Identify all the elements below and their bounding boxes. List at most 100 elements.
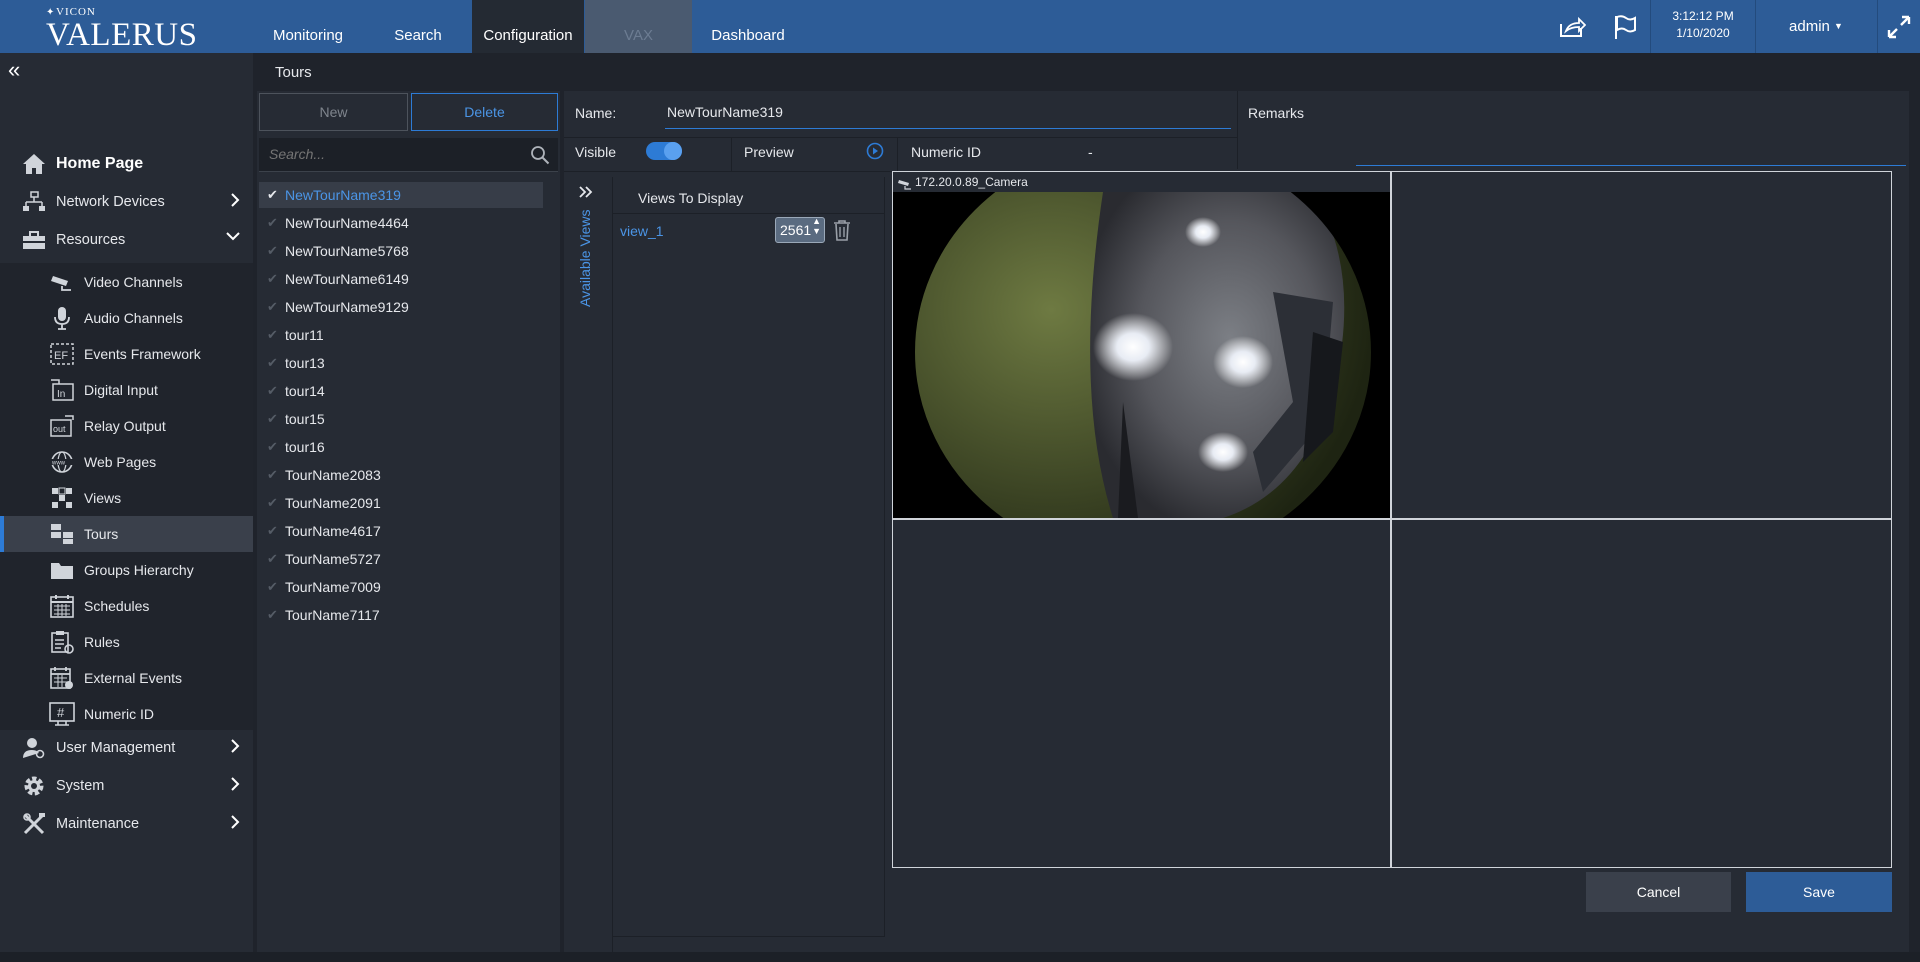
sidebar-item-relay-output[interactable]: out Relay Output bbox=[0, 408, 253, 444]
grid-divider bbox=[893, 518, 1891, 520]
camera-video-feed[interactable] bbox=[893, 192, 1390, 518]
chevron-right-icon bbox=[229, 776, 241, 796]
check-icon: ✔ bbox=[267, 383, 278, 398]
visible-label: Visible bbox=[575, 144, 616, 160]
flag-icon[interactable] bbox=[1600, 0, 1650, 53]
tour-list-item[interactable]: ✔ NewTourName5768 bbox=[259, 238, 543, 264]
tour-list-item[interactable]: ✔ NewTourName9129 bbox=[259, 294, 543, 320]
search-icon[interactable] bbox=[530, 145, 550, 168]
sidebar-item-system[interactable]: System bbox=[0, 768, 253, 804]
check-icon: ✔ bbox=[267, 243, 278, 258]
tour-list-item[interactable]: ✔ NewTourName4464 bbox=[259, 210, 543, 236]
tour-list-item[interactable]: ✔ TourName4617 bbox=[259, 518, 543, 544]
sidebar-item-resources[interactable]: Resources bbox=[0, 222, 253, 258]
sidebar-item-events-framework[interactable]: EF Events Framework bbox=[0, 336, 253, 372]
user-menu[interactable]: admin ▼ bbox=[1756, 0, 1876, 53]
check-icon: ✔ bbox=[267, 187, 278, 202]
view-link[interactable]: view_1 bbox=[620, 223, 664, 239]
sidebar-item-home-page[interactable]: Home Page bbox=[0, 146, 253, 182]
events-framework-icon: EF bbox=[48, 340, 76, 368]
sidebar-item-tours[interactable]: Tours bbox=[0, 516, 253, 552]
sidebar-item-maintenance[interactable]: Maintenance bbox=[0, 806, 253, 842]
tour-name: TourName4617 bbox=[285, 523, 381, 539]
clock-time: 3:12:12 PM bbox=[1672, 9, 1734, 23]
export-icon[interactable] bbox=[1547, 0, 1597, 53]
tour-list-item[interactable]: ✔ TourName5727 bbox=[259, 546, 543, 572]
home-icon bbox=[20, 150, 48, 178]
tour-name: tour14 bbox=[285, 383, 325, 399]
tour-name-field[interactable]: NewTourName319 bbox=[665, 101, 1231, 129]
tour-name: tour11 bbox=[285, 327, 324, 343]
view-preview-grid: 172.20.0.89_Camera bbox=[892, 171, 1892, 868]
divider bbox=[731, 137, 732, 171]
tour-list-item[interactable]: ✔ tour15 bbox=[259, 406, 543, 432]
sidebar-item-label: Numeric ID bbox=[84, 706, 155, 722]
sidebar-item-groups-hierarchy[interactable]: Groups Hierarchy bbox=[0, 552, 253, 588]
tour-list-item[interactable]: ✔ NewTourName319 bbox=[259, 182, 543, 208]
microphone-icon bbox=[48, 304, 76, 332]
available-views-drawer[interactable]: Available Views bbox=[564, 177, 613, 952]
sidebar-item-network-devices[interactable]: Network Devices bbox=[0, 184, 253, 220]
dwell-time-stepper[interactable]: 2561 ▲ ▼ bbox=[775, 216, 825, 243]
check-icon: ✔ bbox=[267, 215, 278, 230]
trash-icon[interactable] bbox=[833, 219, 851, 244]
play-preview-icon[interactable] bbox=[866, 142, 884, 163]
svg-text:#: # bbox=[57, 705, 65, 720]
tour-name: NewTourName6149 bbox=[285, 271, 409, 287]
tab-dashboard[interactable]: Dashboard bbox=[693, 0, 803, 53]
check-icon: ✔ bbox=[267, 299, 278, 314]
sidebar-item-label: Digital Input bbox=[84, 382, 158, 398]
chevron-down-icon bbox=[225, 230, 241, 246]
cancel-button[interactable]: Cancel bbox=[1586, 872, 1731, 912]
tour-list-item[interactable]: ✔ TourName7009 bbox=[259, 574, 543, 600]
tour-list-item[interactable]: ✔ TourName2083 bbox=[259, 462, 543, 488]
sidebar-item-numeric-id[interactable]: # Numeric ID bbox=[0, 696, 253, 732]
tour-list-item[interactable]: ✔ tour16 bbox=[259, 434, 543, 460]
sidebar-item-views[interactable]: Views bbox=[0, 480, 253, 516]
sidebar-item-schedules[interactable]: Schedules bbox=[0, 588, 253, 624]
tour-name: tour13 bbox=[285, 355, 325, 371]
numeric-id-value: - bbox=[1088, 144, 1093, 160]
visible-toggle[interactable] bbox=[646, 142, 682, 160]
app-logo[interactable]: ✦ VICON VALERUS bbox=[46, 3, 206, 53]
tour-list-item[interactable]: ✔ TourName2091 bbox=[259, 490, 543, 516]
tour-name: TourName5727 bbox=[285, 551, 381, 567]
fullscreen-icon[interactable] bbox=[1878, 0, 1920, 53]
svg-text:In: In bbox=[57, 389, 65, 400]
relay-output-icon: out bbox=[48, 412, 76, 440]
sidebar-item-external-events[interactable]: External Events bbox=[0, 660, 253, 696]
tab-monitoring[interactable]: Monitoring bbox=[263, 0, 353, 53]
collapse-sidebar-icon[interactable]: « bbox=[8, 57, 20, 83]
delete-tour-button[interactable]: Delete bbox=[411, 93, 558, 131]
sidebar-item-rules[interactable]: Rules bbox=[0, 624, 253, 660]
tour-list-item[interactable]: ✔ TourName7117 bbox=[259, 602, 543, 628]
gear-icon bbox=[20, 772, 48, 800]
tour-detail-panel: Name: NewTourName319 Remarks Visible Pre… bbox=[564, 91, 1909, 952]
expand-chevron-icon[interactable] bbox=[578, 185, 594, 202]
tour-list-item[interactable]: ✔ NewTourName6149 bbox=[259, 266, 543, 292]
user-icon bbox=[20, 734, 48, 762]
stepper-arrows-icon[interactable]: ▲ ▼ bbox=[812, 216, 821, 236]
remarks-field[interactable]: Remarks bbox=[1237, 91, 1909, 169]
search-box bbox=[259, 138, 558, 172]
check-icon: ✔ bbox=[267, 523, 278, 538]
tour-list-item[interactable]: ✔ tour11 bbox=[259, 322, 543, 348]
sidebar-item-audio-channels[interactable]: Audio Channels bbox=[0, 300, 253, 336]
tour-list-item[interactable]: ✔ tour13 bbox=[259, 350, 543, 376]
tab-search[interactable]: Search bbox=[383, 0, 453, 53]
sidebar-item-label: Maintenance bbox=[56, 816, 140, 832]
tour-list-item[interactable]: ✔ tour14 bbox=[259, 378, 543, 404]
tab-configuration[interactable]: Configuration bbox=[472, 0, 584, 53]
sidebar-item-user-management[interactable]: User Management bbox=[0, 730, 253, 766]
calendar-icon bbox=[48, 592, 76, 620]
check-icon: ✔ bbox=[267, 495, 278, 510]
name-label: Name: bbox=[575, 105, 617, 121]
new-tour-button[interactable]: New bbox=[259, 93, 408, 131]
sidebar-item-video-channels[interactable]: Video Channels bbox=[0, 264, 253, 300]
sidebar-item-web-pages[interactable]: www Web Pages bbox=[0, 444, 253, 480]
hash-icon: # bbox=[48, 700, 76, 728]
toolbox-icon bbox=[20, 226, 48, 254]
save-button[interactable]: Save bbox=[1746, 872, 1892, 912]
sidebar-item-digital-input[interactable]: In Digital Input bbox=[0, 372, 253, 408]
search-input[interactable] bbox=[269, 146, 519, 162]
